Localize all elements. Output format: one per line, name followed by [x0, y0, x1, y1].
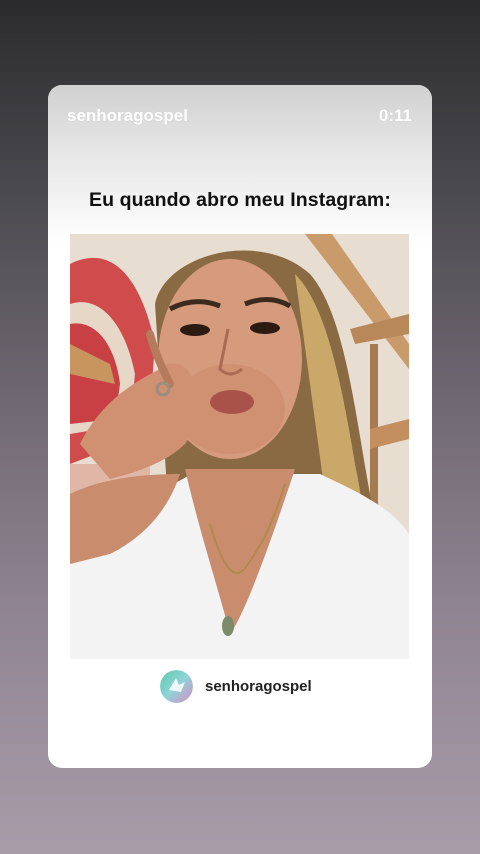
post-caption: Eu quando abro meu Instagram: [89, 189, 391, 211]
account-name[interactable]: senhoragospel [205, 678, 312, 695]
post-video[interactable] [70, 234, 409, 659]
avatar-image [160, 669, 193, 703]
account-row[interactable]: senhoragospel [160, 669, 312, 703]
story-header: senhoragospel 0:11 [67, 105, 412, 127]
story-card[interactable]: senhoragospel 0:11 Eu quando abro meu In… [48, 85, 432, 768]
video-frame-illustration [70, 234, 409, 659]
story-username[interactable]: senhoragospel [67, 106, 188, 126]
account-avatar[interactable] [160, 669, 193, 703]
story-timer: 0:11 [378, 106, 412, 125]
